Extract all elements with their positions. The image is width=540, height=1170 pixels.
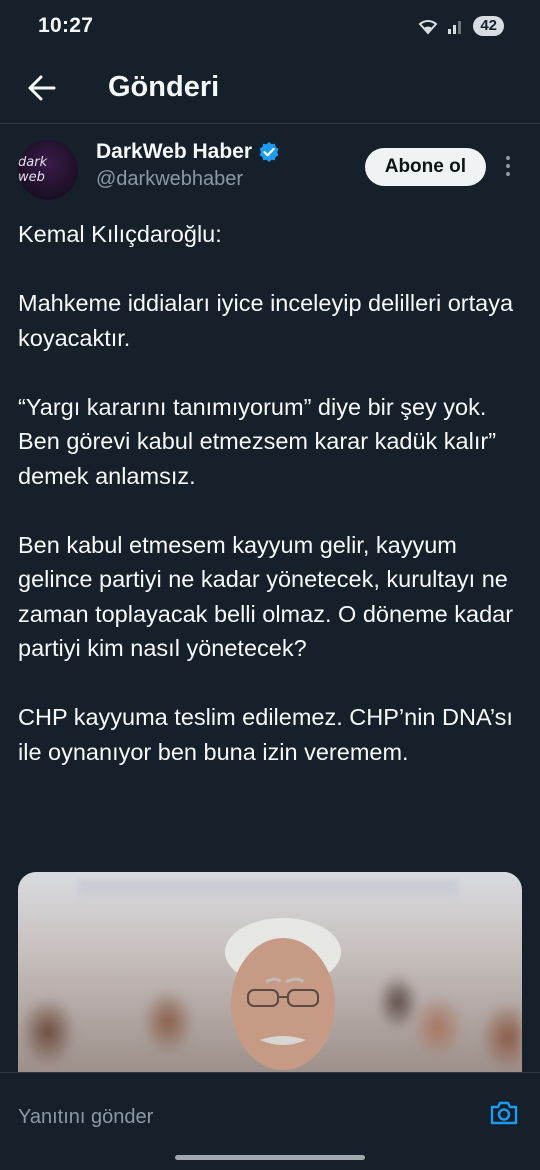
home-indicator (175, 1155, 365, 1160)
tweet-paragraph: Ben kabul etmesem kayyum gelir, kayyum g… (18, 531, 514, 662)
more-options-button[interactable] (496, 146, 520, 186)
wifi-icon (418, 20, 438, 35)
camera-icon (490, 1101, 518, 1125)
tweet-media-image[interactable] (18, 872, 522, 1082)
avatar[interactable]: dark web (18, 140, 78, 200)
avatar-logo: dark web (18, 155, 48, 185)
tweet-paragraph: CHP kayyuma teslim edilemez. CHP’nin DNA… (18, 704, 513, 765)
tweet-author: dark web DarkWeb Haber @darkwebhaber Abo… (18, 140, 524, 206)
tweet-paragraph: “Yargı kararını tanımıyorum” diye bir şe… (18, 393, 497, 489)
display-name[interactable]: DarkWeb Haber (96, 140, 252, 164)
more-dot (506, 164, 510, 168)
status-icons: 42 (417, 16, 504, 36)
battery-indicator: 42 (473, 16, 504, 36)
arrow-left-icon (28, 75, 56, 100)
follow-button[interactable]: Abone ol (364, 148, 486, 186)
top-app-bar: Gönderi (0, 52, 540, 124)
camera-button[interactable] (488, 1097, 520, 1129)
more-dot (506, 172, 510, 176)
tweet-text: Kemal Kılıçdaroğlu: Mahkeme iddiaları iy… (18, 217, 528, 769)
back-button[interactable] (18, 64, 66, 112)
signal-icon (448, 21, 462, 34)
status-time: 10:27 (38, 14, 94, 37)
more-dot (506, 156, 510, 160)
tweet-paragraph: Kemal Kılıçdaroğlu: (18, 221, 222, 247)
reply-input[interactable] (18, 1101, 458, 1133)
media-person (225, 918, 341, 1070)
name-line: DarkWeb Haber (96, 140, 280, 164)
tweet-paragraph: Mahkeme iddiaları iyice inceleyip delill… (18, 290, 514, 351)
media-background-banner (78, 880, 458, 896)
user-handle[interactable]: @darkwebhaber (96, 168, 280, 191)
reply-bar (0, 1072, 540, 1170)
page-title: Gönderi (108, 71, 220, 103)
status-bar: 10:27 42 (0, 0, 540, 52)
author-info: DarkWeb Haber @darkwebhaber (96, 140, 280, 191)
verified-badge-icon (259, 142, 279, 162)
